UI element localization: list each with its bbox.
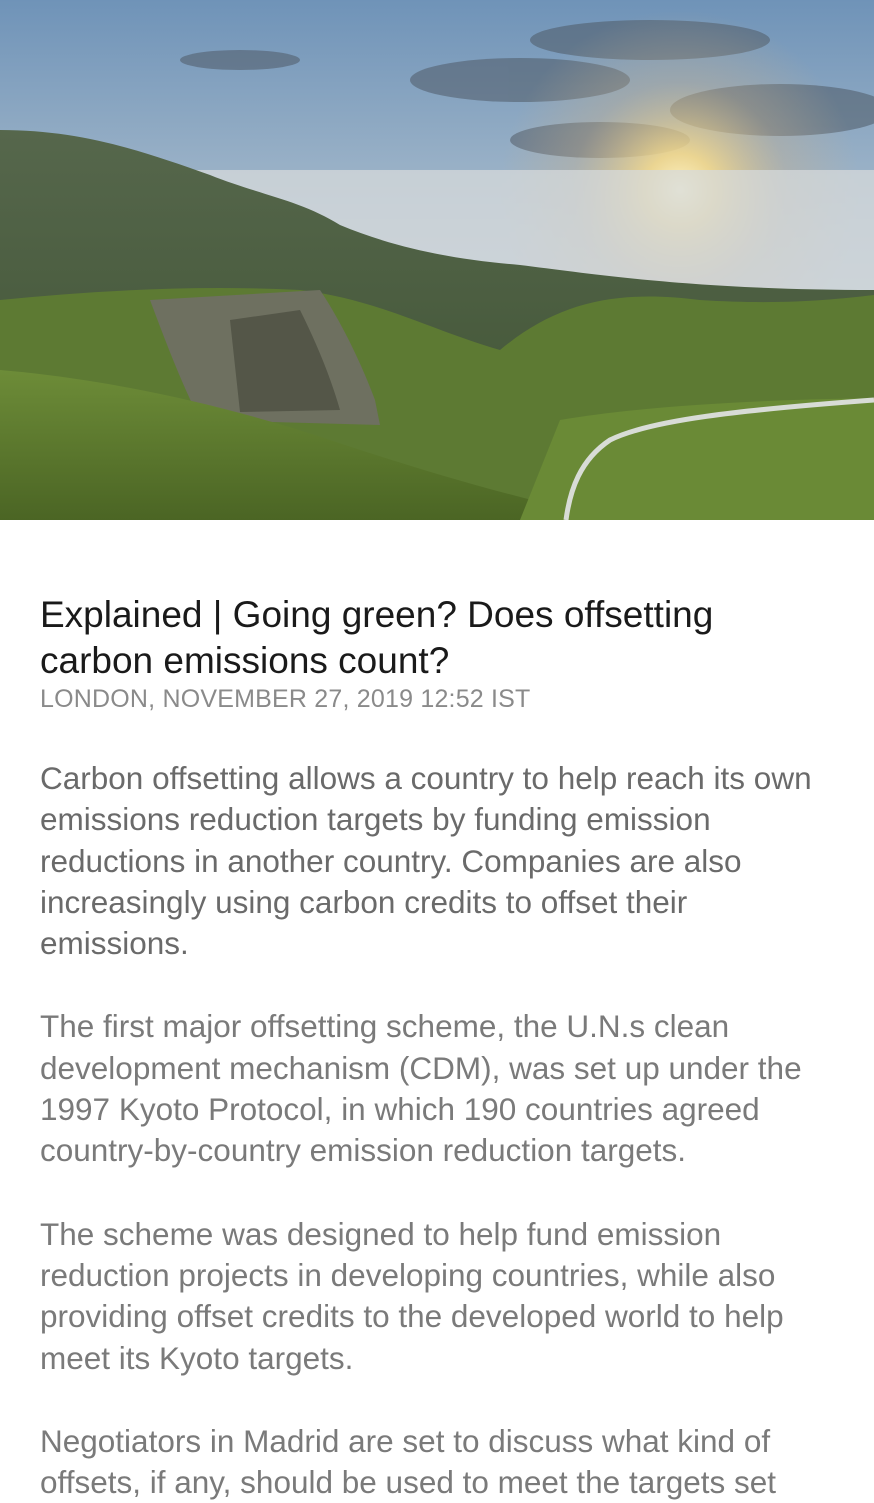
landscape-photo-icon [0, 0, 874, 520]
article-paragraph: Carbon offsetting allows a country to he… [40, 760, 812, 962]
article-dateline: LONDON, NOVEMBER 27, 2019 12:52 IST [40, 685, 531, 713]
article-headline: Explained | Going green? Does offsetting… [40, 594, 714, 681]
article-paragraph: Negotiators in Madrid are set to discuss… [40, 1422, 777, 1501]
article-paragraph: The first major offsetting scheme, the U… [40, 1008, 802, 1169]
article-paragraph: The scheme was designed to help fund emi… [40, 1215, 784, 1376]
article: Explained | Going green? Does offsetting… [0, 520, 874, 1503]
hero-image [0, 0, 874, 520]
